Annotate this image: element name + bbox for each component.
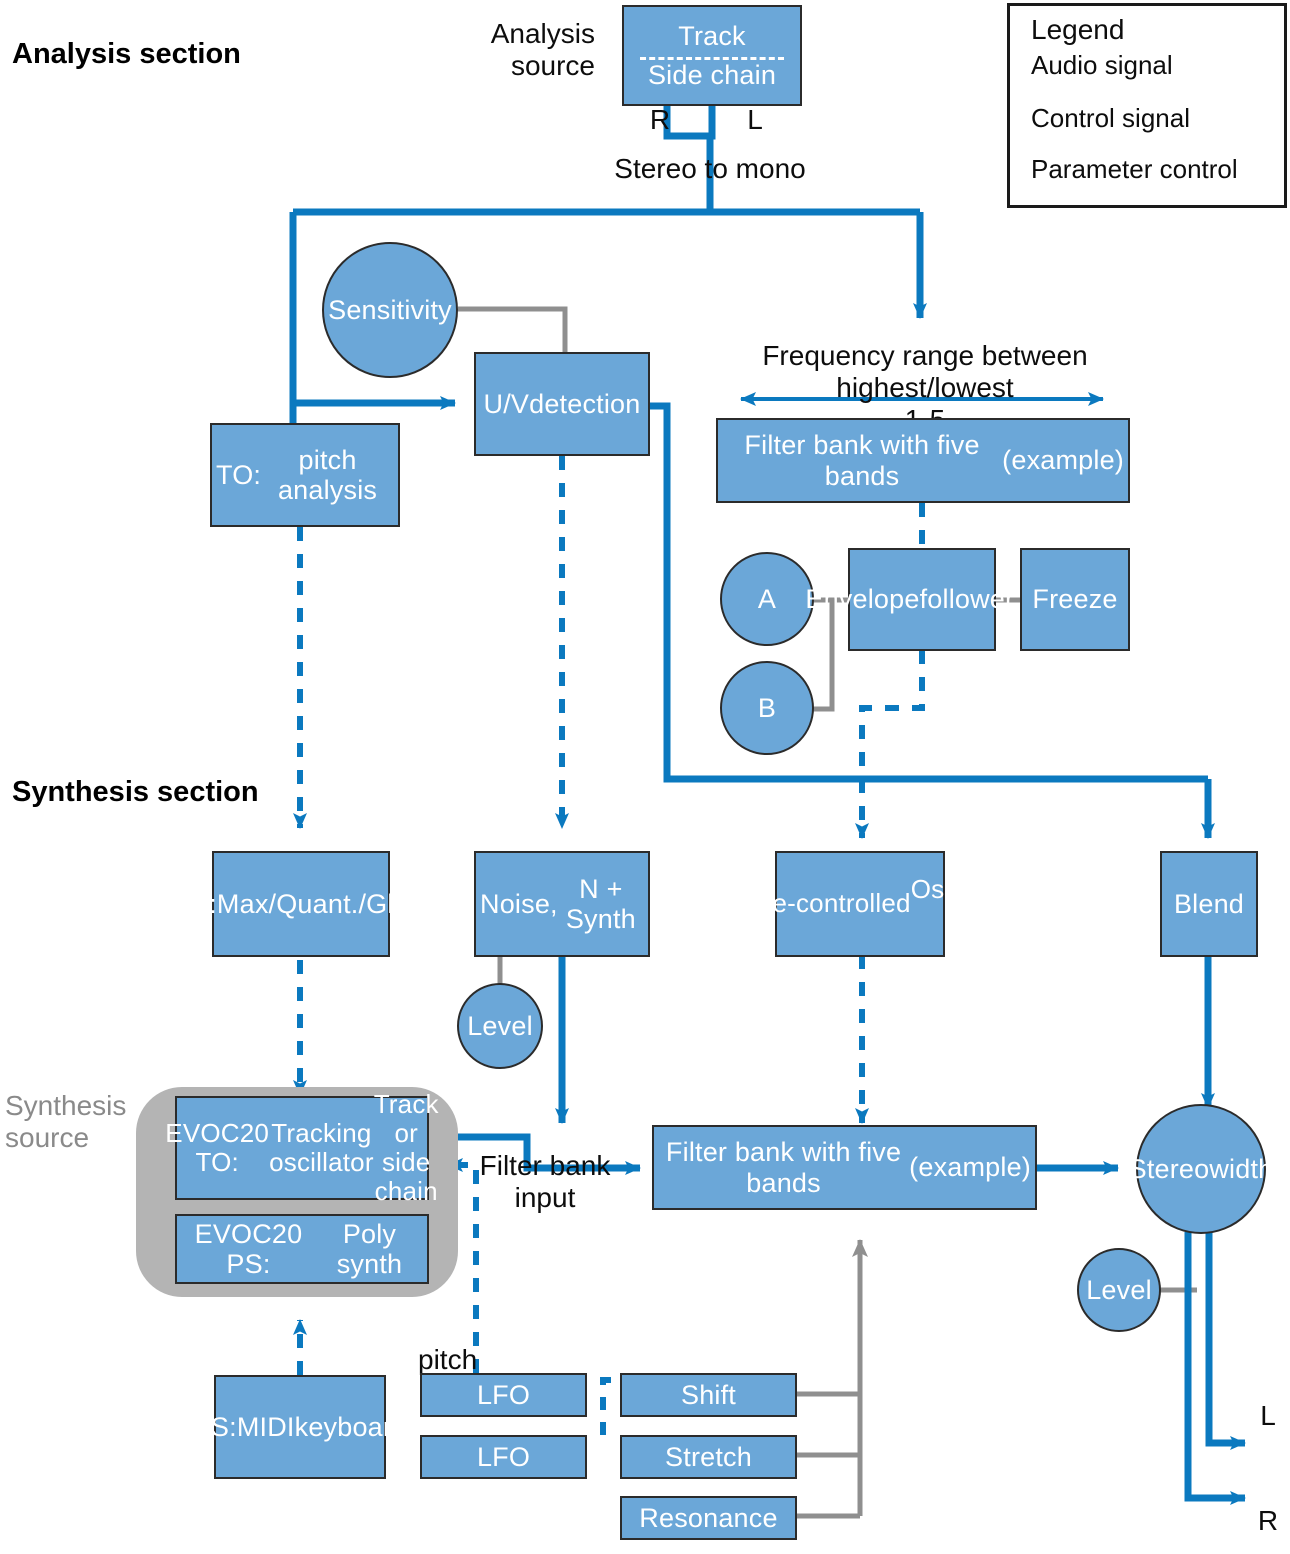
node-stereo-width[interactable]: Stereo width: [1129, 1104, 1273, 1234]
legend-item-parameter-control: Parameter control: [1031, 154, 1238, 184]
side-chain-label: Side chain: [647, 59, 777, 90]
track-sidechain-divider: [640, 57, 784, 60]
node-freeze[interactable]: Freeze: [1020, 548, 1130, 651]
node-knob-a[interactable]: A: [720, 552, 814, 646]
node-envelope-follower[interactable]: Envelopefollower1-5: [805, 548, 1038, 651]
legend-title: Legend: [1031, 14, 1125, 45]
node-to-max-quant-glide[interactable]: TO: Max/Quant./Glide: [172, 851, 430, 957]
node-lfo-2[interactable]: LFO: [420, 1435, 587, 1479]
pitch-label: pitch: [418, 1344, 478, 1375]
track-label: Track: [678, 21, 746, 52]
node-evoc20-poly-synth[interactable]: EVOC20 PS: Poly synth: [175, 1214, 429, 1284]
node-voltage-controlled-oscillator[interactable]: Voltage-controlled Oscillator 1-5: [699, 851, 1021, 957]
output-r-label: R: [1257, 1505, 1279, 1536]
node-lfo-1[interactable]: LFO: [420, 1373, 587, 1417]
synthesis-section-title: Synthesis section: [12, 776, 259, 808]
node-level-noise[interactable]: Level: [457, 983, 543, 1069]
output-l-label: L: [1260, 1400, 1276, 1431]
node-sensitivity[interactable]: Sensitivity: [322, 242, 458, 378]
node-resonance[interactable]: Resonance: [620, 1496, 797, 1540]
node-to-pitch-analysis[interactable]: TO: pitch analysis: [210, 423, 400, 527]
node-noise-n-synth[interactable]: Noise, N + Synth: [474, 851, 650, 957]
legend-item-audio-signal: Audio signal: [1031, 50, 1173, 80]
filter-bank-input-label: Filter bank input: [479, 1150, 611, 1213]
node-uv-detection[interactable]: U/V detection: [474, 352, 650, 456]
channel-l-top-label: L: [747, 104, 763, 135]
channel-r-top-label: R: [649, 104, 671, 135]
diagram-canvas: Analysis section Synthesis section Legen…: [0, 0, 1290, 1554]
analysis-section-title: Analysis section: [12, 38, 241, 70]
node-level-stereo[interactable]: Level: [1077, 1248, 1161, 1332]
legend-item-control-signal: Control signal: [1031, 103, 1190, 133]
node-knob-b[interactable]: B: [720, 661, 814, 755]
node-stretch[interactable]: Stretch: [620, 1435, 797, 1479]
node-track-side-chain[interactable]: Track Side chain: [622, 5, 802, 106]
stereo-to-mono-label: Stereo to mono: [614, 153, 806, 184]
synthesis-source-label: Synthesis source: [5, 1090, 127, 1153]
node-filter-bank-synthesis[interactable]: Filter bank with five bands (example): [652, 1125, 1037, 1210]
node-filter-bank-analysis[interactable]: Filter bank with five bands (example): [716, 418, 1130, 503]
node-blend[interactable]: Blend: [1160, 851, 1258, 957]
node-ps-midi-keyboard[interactable]: PS: MIDI keyboard: [193, 1375, 407, 1479]
node-shift[interactable]: Shift: [620, 1373, 797, 1417]
analysis-source-label: Analysis source: [490, 18, 595, 81]
node-evoc20-tracking-oscillator[interactable]: EVOC20 TO: Tracking oscillator Track or si…: [165, 1089, 438, 1206]
